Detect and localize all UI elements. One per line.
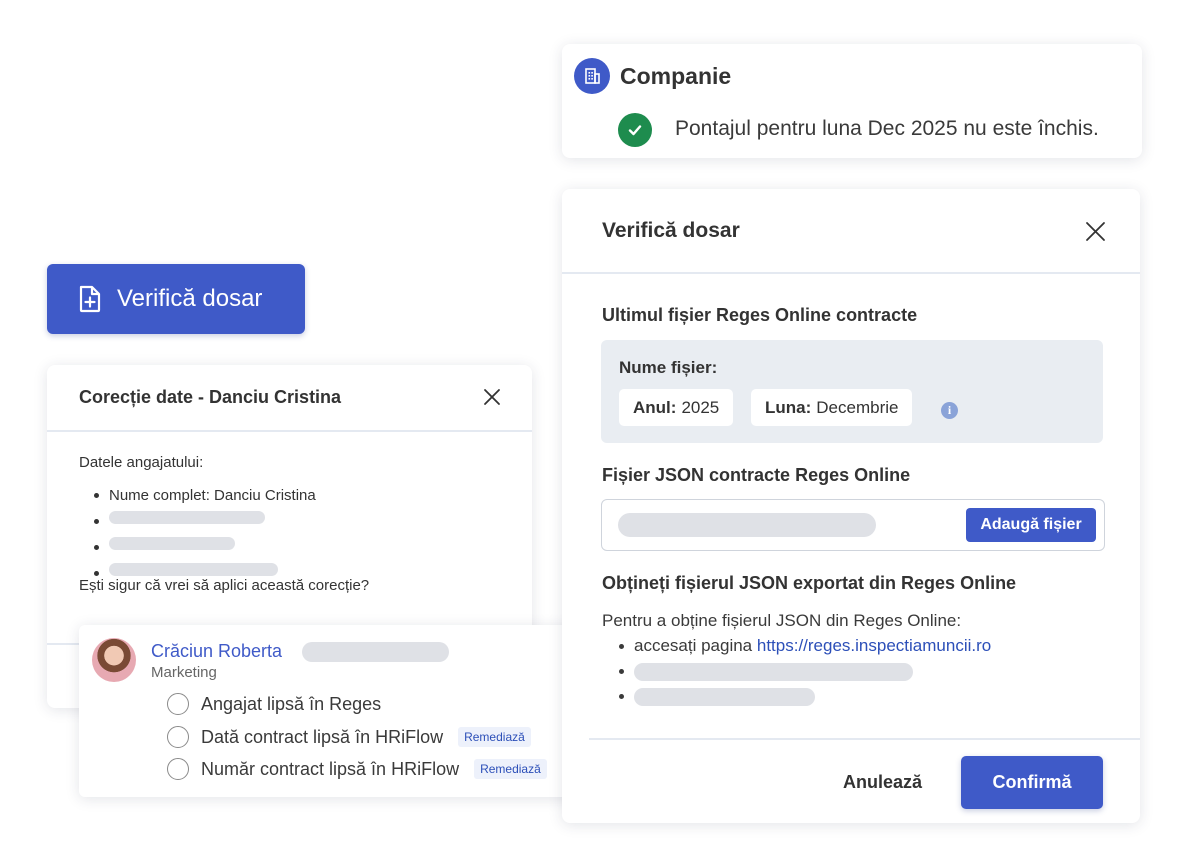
issue-item: Număr contract lipsă în HRiFlow Remediaz…	[167, 758, 547, 780]
list-item	[94, 511, 316, 532]
list-item: Nume complet: Danciu Cristina	[94, 487, 316, 504]
remediaza-button[interactable]: Remediază	[458, 727, 531, 747]
check-circle-icon	[618, 113, 652, 147]
issue-radio[interactable]	[167, 726, 189, 748]
step-text: accesați pagina	[634, 636, 753, 655]
list-item: accesați pagina https://reges.inspectiam…	[618, 635, 991, 660]
company-title: Companie	[620, 63, 732, 89]
reges-link[interactable]: https://reges.inspectiamuncii.ro	[757, 636, 991, 655]
close-icon[interactable]	[1084, 220, 1107, 243]
year-value: 2025	[681, 397, 720, 417]
file-plus-icon	[79, 285, 101, 313]
dosar-modal-title: Verifică dosar	[602, 219, 740, 242]
verifica-dosar-modal: Verifică dosar Ultimul fișier Reges Onli…	[562, 189, 1140, 823]
list-item	[618, 660, 991, 685]
placeholder-bar	[634, 663, 913, 681]
placeholder-bar	[634, 688, 815, 706]
verifica-dosar-button[interactable]: Verifică dosar	[47, 264, 305, 334]
employee-card: Crăciun Roberta Marketing Angajat lipsă …	[79, 625, 588, 797]
footer-divider	[589, 738, 1140, 740]
json-file-heading: Fișier JSON contracte Reges Online	[602, 465, 911, 485]
month-chip: Luna: Decembrie	[751, 389, 913, 426]
month-label: Luna:	[765, 397, 812, 417]
year-label: Anul:	[633, 397, 677, 417]
add-file-button[interactable]: Adaugă fișier	[966, 508, 1096, 542]
timesheet-status-message: Pontajul pentru luna Dec 2025 nu este în…	[675, 117, 1099, 140]
placeholder-bar	[109, 537, 235, 550]
info-icon[interactable]: i	[941, 402, 958, 419]
employee-department: Marketing	[151, 664, 217, 681]
placeholder-bar	[302, 642, 449, 662]
confirmation-question: Ești sigur că vrei să aplici această cor…	[79, 577, 370, 594]
last-file-box: Nume fișier: Anul: 2025 Luna: Decembrie …	[601, 340, 1103, 443]
obtain-json-intro: Pentru a obține fișierul JSON din Reges …	[602, 611, 962, 630]
corectie-modal-header: Corecție date - Danciu Cristina	[47, 365, 532, 432]
remediaza-button[interactable]: Remediază	[474, 759, 547, 779]
month-value: Decembrie	[816, 397, 899, 417]
corectie-modal-title: Corecție date - Danciu Cristina	[79, 387, 342, 407]
file-name-label: Nume fișier:	[619, 358, 718, 377]
employee-name-link[interactable]: Crăciun Roberta	[151, 641, 282, 662]
company-card: Companie Pontajul pentru luna Dec 2025 n…	[562, 44, 1142, 158]
year-chip: Anul: 2025	[619, 389, 734, 426]
dosar-modal-header: Verifică dosar	[562, 189, 1140, 274]
issue-label: Număr contract lipsă în HRiFlow	[201, 758, 460, 779]
employee-data-list: Nume complet: Danciu Cristina	[94, 485, 316, 584]
issue-item: Dată contract lipsă în HRiFlow Remediază	[167, 726, 531, 748]
close-icon[interactable]	[482, 387, 502, 407]
verifica-dosar-button-label: Verifică dosar	[117, 285, 263, 312]
issue-item: Angajat lipsă în Reges	[167, 693, 381, 715]
json-file-input[interactable]: Adaugă fișier	[601, 499, 1105, 551]
issue-label: Angajat lipsă în Reges	[201, 693, 382, 714]
avatar	[92, 638, 136, 682]
cancel-button[interactable]: Anulează	[843, 772, 922, 793]
issue-radio[interactable]	[167, 758, 189, 780]
obtain-json-heading: Obțineți fișierul JSON exportat din Rege…	[602, 573, 1017, 593]
issue-radio[interactable]	[167, 693, 189, 715]
employee-data-label: Datele angajatului:	[79, 454, 204, 471]
last-file-heading: Ultimul fișier Reges Online contracte	[602, 305, 918, 325]
building-icon	[574, 58, 610, 94]
obtain-steps-list: accesați pagina https://reges.inspectiam…	[618, 635, 991, 710]
list-item	[94, 537, 316, 558]
issue-label: Dată contract lipsă în HRiFlow	[201, 726, 444, 747]
placeholder-bar	[618, 513, 876, 537]
placeholder-bar	[109, 563, 278, 576]
list-item	[618, 685, 991, 710]
placeholder-bar	[109, 511, 265, 524]
confirm-button[interactable]: Confirmă	[961, 756, 1103, 809]
